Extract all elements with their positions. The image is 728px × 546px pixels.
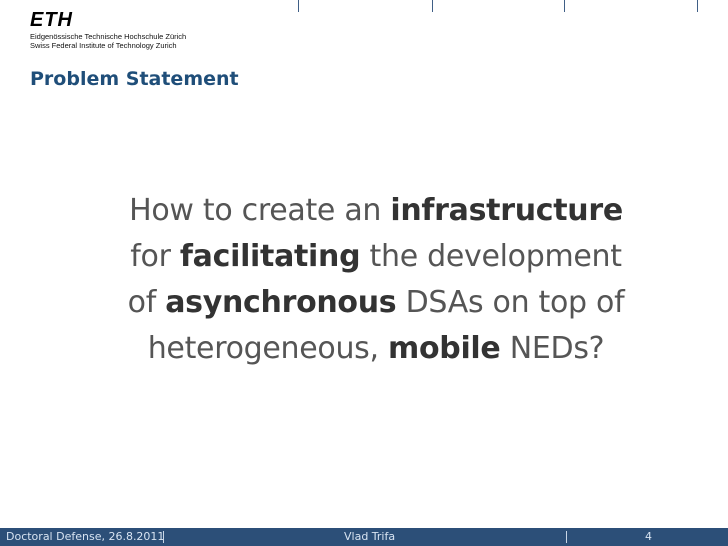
question-text: for [130,239,171,274]
divider-tick [697,0,698,12]
footer-tick [163,531,164,543]
slide-title: Problem Statement [30,68,239,90]
divider-tick [564,0,565,12]
question-keyword: asynchronous [165,285,397,320]
eth-name-english: Swiss Federal Institute of Technology Zu… [30,41,177,50]
question-keyword: mobile [388,331,501,366]
footer-event: Doctoral Defense, 26.8.2011 [6,530,165,543]
question-keyword: infrastructure [390,193,623,228]
question-text: of [127,285,157,320]
footer-presenter: Vlad Trifa [344,530,396,543]
footer-bar: Doctoral Defense, 26.8.2011 Vlad Trifa 4 [0,528,728,546]
footer-tick [566,531,567,543]
divider-tick [298,0,299,12]
eth-wordmark: ETH [30,9,73,31]
question-text: the development [369,239,622,274]
divider-tick [432,0,433,12]
question-text: NEDs? [509,331,605,366]
question-text: heterogeneous, [147,331,379,366]
question-keyword: facilitating [179,239,361,274]
problem-question: How to create an infrastructure for faci… [76,188,676,372]
page-number: 4 [645,530,652,543]
eth-name-german: Eidgenössische Technische Hochschule Zür… [30,32,187,41]
question-text: How to create an [129,193,382,228]
question-text: DSAs on top of [405,285,625,320]
eth-logo: ETH Eidgenössische Technische Hochschule… [30,10,186,50]
